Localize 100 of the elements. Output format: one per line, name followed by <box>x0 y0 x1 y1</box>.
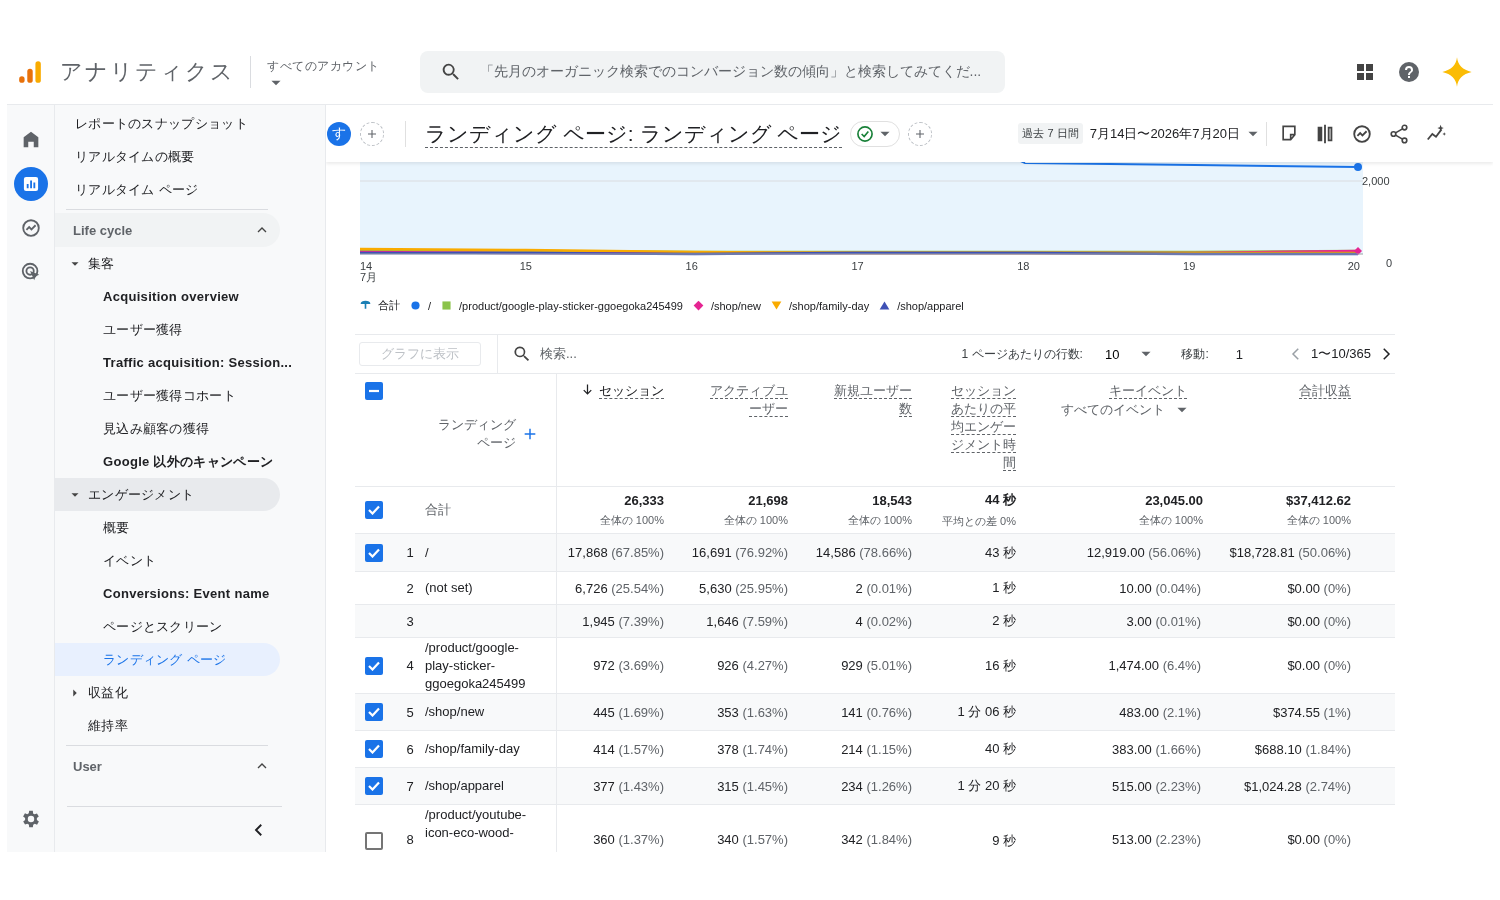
table-cell: / <box>425 534 557 571</box>
table-search-field[interactable]: 検索... <box>512 344 577 364</box>
caret-icon <box>1141 351 1152 357</box>
nav-item[interactable]: Traffic acquisition: Session... <box>55 346 293 379</box>
column-header[interactable]: セッションあたりの平均エンゲージメント時間 <box>950 382 1016 472</box>
caret-icon <box>1248 130 1258 137</box>
analytics-logo-icon <box>17 59 43 85</box>
event-filter-dropdown[interactable]: すべてのイベント <box>1061 401 1187 419</box>
check-icon <box>368 744 380 754</box>
table-cell-text: 12,919.00 (56.06%) <box>1085 545 1202 560</box>
table-cell-text: 360 (1.37%) <box>592 831 665 847</box>
table-cell-text: 234 (1.26%) <box>840 778 913 794</box>
nav-item[interactable]: Conversions: Event name <box>55 577 280 610</box>
table-cell-text: 9 秒 <box>991 832 1017 850</box>
share-icon[interactable] <box>1388 122 1410 145</box>
nav-item[interactable]: リアルタイム ページ <box>55 173 280 206</box>
table-cell-text: 513.00 (2.23%) <box>1111 831 1202 847</box>
nav-item[interactable]: Acquisition overview <box>55 280 280 313</box>
table-cell-text: 1,945 (7.39%) <box>581 613 665 629</box>
column-header[interactable]: 合計収益 <box>1299 382 1351 400</box>
page-range: 1〜10/365 <box>1311 345 1371 363</box>
rows-per-page-label: 1 ページあたりの行数: <box>961 345 1083 363</box>
column-header[interactable]: 新規ユーザー数 <box>832 382 912 418</box>
row-number: 4 <box>405 658 415 673</box>
table-cell: 全体の 100% <box>1138 512 1203 528</box>
nav-group[interactable]: 集客 <box>55 247 280 280</box>
search-field[interactable]: 「先月のオーガニック検索でのコンバージョン数の傾向」と検索してみてくだ... <box>419 51 1005 93</box>
table-cell-text: 3.00 (0.01%) <box>1125 613 1202 629</box>
checkbox[interactable] <box>365 777 383 795</box>
checkbox[interactable] <box>365 382 383 400</box>
sort-descending-icon[interactable] <box>580 382 595 397</box>
report-title: ランディング ページ: ランディング ページ <box>425 120 843 147</box>
table-cell-text: 383.00 (1.66%) <box>1111 741 1202 757</box>
nav-section-header[interactable]: Life cycle <box>55 213 280 247</box>
table-cell-text: $374.55 (1%) <box>1271 704 1352 720</box>
nav-group[interactable]: 収益化 <box>55 676 280 709</box>
nav-item[interactable]: リアルタイムの概要 <box>55 140 280 173</box>
table-cell: 全体の 100% <box>1286 512 1351 528</box>
checkbox[interactable] <box>365 832 383 850</box>
table-cell-text: 972 (3.69%) <box>592 658 665 673</box>
axis-label: 7月 <box>360 271 378 283</box>
check-icon <box>368 707 380 717</box>
nav-item[interactable]: レポートのスナップショット <box>55 107 280 140</box>
table-cell-text: 515.00 (2.23%) <box>1111 778 1202 794</box>
checkbox[interactable] <box>365 656 383 675</box>
checkbox[interactable] <box>365 703 383 721</box>
table-cell-text: $688.10 (1.84%) <box>1253 741 1352 757</box>
legend-label: /product/google-play-sticker-ggoegoka245499 <box>459 299 683 312</box>
table-cell: /shop/apparel <box>425 768 557 804</box>
add-dimension-icon[interactable] <box>522 426 538 442</box>
user-avatar[interactable]: す <box>327 121 351 146</box>
minus-icon <box>368 389 380 393</box>
nav-item[interactable]: イベント <box>55 544 280 577</box>
help-icon[interactable] <box>1397 60 1421 84</box>
axis-label: 17 <box>851 260 864 272</box>
table-cell-text: 340 (1.57%) <box>716 831 789 847</box>
table-cell: /product/youtube-icon-eco-wood- <box>425 805 557 852</box>
account-selector[interactable]: すべてのアカウント <box>267 58 380 86</box>
date-range-picker[interactable]: 7月14日〜2026年7月20日 <box>1089 124 1258 143</box>
table-cell: 全体の 100% <box>847 512 912 528</box>
column-header[interactable]: アクティブユーザー <box>708 382 788 418</box>
axis-label: 19 <box>1183 260 1196 272</box>
search-icon <box>512 344 532 364</box>
table-cell: 26,333 <box>624 492 664 508</box>
explore-icon[interactable] <box>19 217 42 239</box>
nav-item[interactable]: ページとスクリーン <box>55 610 280 643</box>
nav-item[interactable]: ユーザー獲得コホート <box>55 379 280 412</box>
nav-item[interactable]: 維持率 <box>55 709 280 742</box>
nav-section-header[interactable]: User <box>55 749 280 783</box>
table-cell-text: 1 分 20 秒 <box>956 777 1017 795</box>
checkbox[interactable] <box>365 543 383 562</box>
table-cell: /shop/family-day <box>425 731 557 767</box>
rows-per-page-select[interactable]: 10 <box>1104 346 1152 362</box>
column-header[interactable]: キーイベント <box>1109 382 1187 400</box>
table-cell-text: $1,024.28 (2.74%) <box>1243 778 1352 794</box>
nav-item[interactable]: ランディング ページ <box>55 643 280 676</box>
go-to-field[interactable]: 1 <box>1235 346 1243 362</box>
nav-item[interactable]: Google 以外のキャンペーン <box>55 445 280 478</box>
nav-group[interactable]: エンゲージメント <box>55 478 280 511</box>
check-icon <box>368 660 380 671</box>
table-cell-text: 5,630 (25.95%) <box>698 580 789 596</box>
row-number: 5 <box>405 704 415 720</box>
table-cell-text: 17,868 (67.85%) <box>566 545 665 560</box>
nav-item[interactable]: 概要 <box>55 511 280 544</box>
date-range-label: 過去 7 日間 <box>1018 123 1083 144</box>
checkbox[interactable] <box>365 740 383 758</box>
table-cell: 23,045.00 <box>1145 492 1203 508</box>
table-cell-text: 40 秒 <box>983 740 1017 758</box>
table-cell-text: 4 (0.02%) <box>854 613 913 629</box>
nav-item[interactable]: ユーザー獲得 <box>55 313 280 346</box>
column-header[interactable]: ランディングページ <box>432 416 516 452</box>
insights-icon[interactable] <box>1351 122 1373 145</box>
table-cell-text: $0.00 (0%) <box>1286 831 1352 847</box>
table-cell-text: 483.00 (2.1%) <box>1118 704 1202 720</box>
nav-item[interactable]: 見込み顧客の獲得 <box>55 412 280 445</box>
checkbox[interactable] <box>365 501 383 519</box>
status-dropdown[interactable] <box>850 120 901 147</box>
reports-icon[interactable] <box>13 167 48 201</box>
table-cell: 平均との差 0% <box>942 514 1016 529</box>
column-header[interactable]: セッション <box>599 382 664 400</box>
